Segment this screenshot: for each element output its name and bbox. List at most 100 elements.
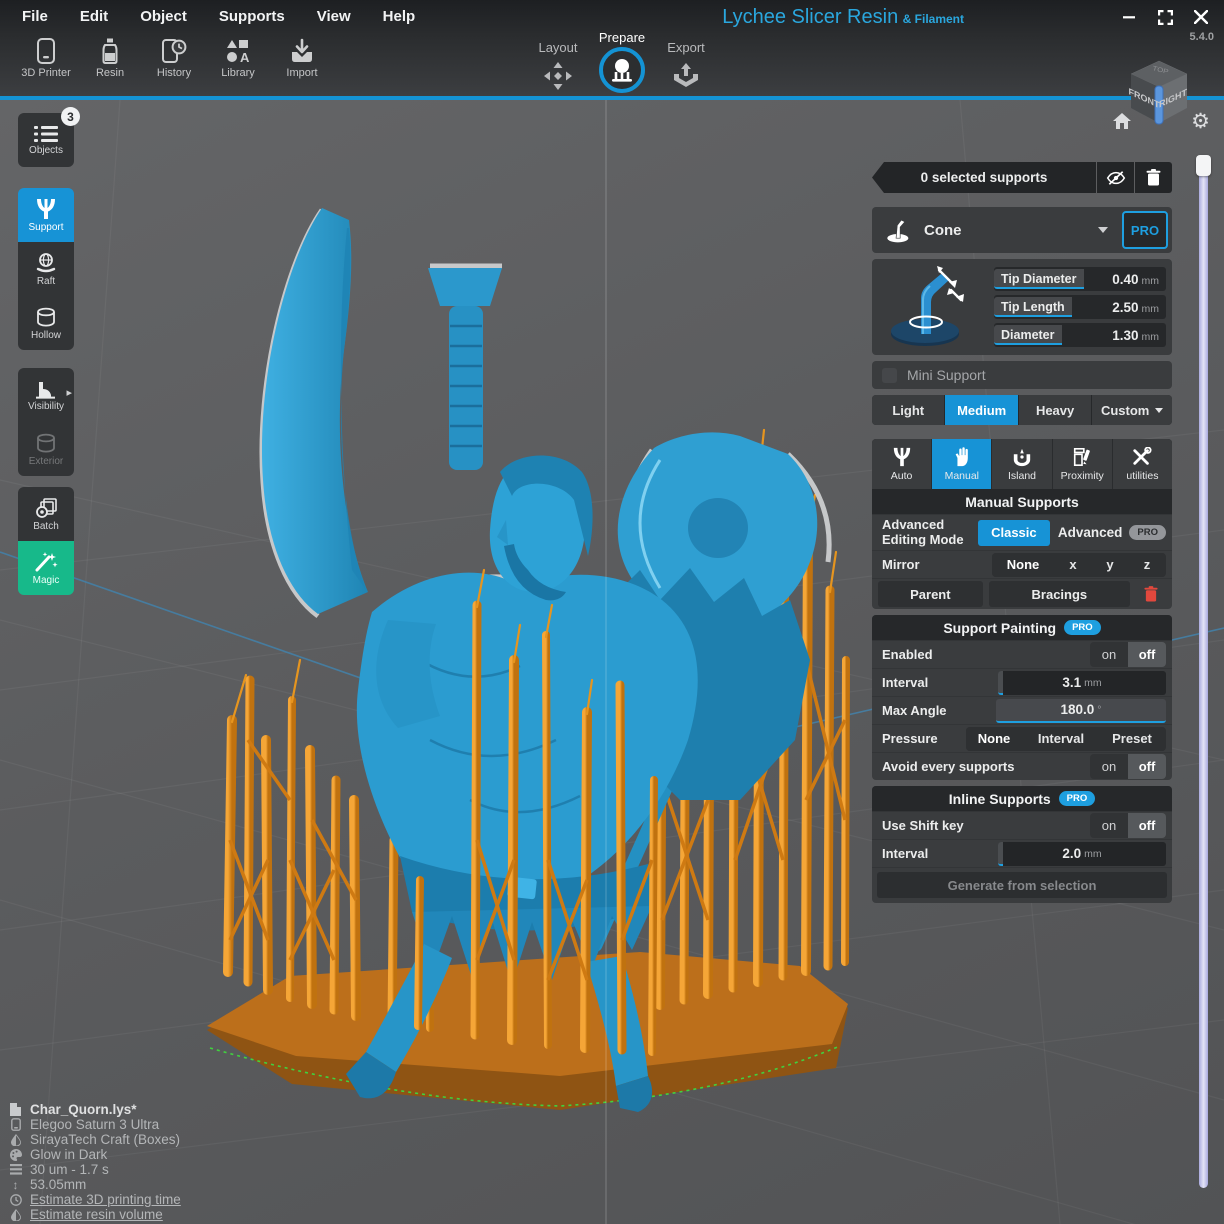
file-icon xyxy=(8,1103,23,1116)
toolbar-resin[interactable]: Resin xyxy=(78,38,142,79)
tab-utilities[interactable]: utilities xyxy=(1113,439,1172,489)
mirror-y[interactable]: y xyxy=(1092,553,1128,577)
tab-export[interactable]: Export xyxy=(654,30,718,91)
manual-supports-header: Manual Supports xyxy=(872,489,1172,514)
tab-island[interactable]: Island xyxy=(992,439,1051,489)
generate-row: Generate from selection xyxy=(872,867,1172,903)
mirror-label: Mirror xyxy=(882,557,992,572)
avoid-supports-row: Avoid every supports onoff xyxy=(872,752,1172,780)
drag-handle[interactable] xyxy=(998,671,1003,695)
z-clip-slider[interactable] xyxy=(1199,158,1208,1188)
max-angle-field[interactable]: 180.0° xyxy=(996,699,1166,723)
toolbar-3d-printer[interactable]: 3D Printer xyxy=(14,38,78,79)
delete-manual-button[interactable] xyxy=(1136,586,1166,602)
menu-edit[interactable]: Edit xyxy=(64,8,124,25)
menu-supports[interactable]: Supports xyxy=(203,8,301,25)
toolbar-import[interactable]: Import xyxy=(270,38,334,79)
tab-auto[interactable]: Auto xyxy=(872,439,931,489)
mini-support-row: Mini Support xyxy=(872,361,1172,389)
sidebar-item-exterior[interactable]: Exterior xyxy=(18,422,74,476)
pressure-interval[interactable]: Interval xyxy=(1023,727,1099,751)
tab-proximity[interactable]: Proximity xyxy=(1053,439,1112,489)
parent-button[interactable]: Parent xyxy=(878,581,983,607)
mirror-z[interactable]: z xyxy=(1129,553,1165,577)
batch-label: Batch xyxy=(33,521,59,532)
magic-label: Magic xyxy=(33,575,60,586)
tab-manual[interactable]: Manual xyxy=(932,439,991,489)
advanced-mode-button[interactable]: Advanced PRO xyxy=(1058,525,1166,540)
trash-red-icon xyxy=(1144,586,1158,602)
close-button[interactable] xyxy=(1190,8,1212,26)
printer-icon xyxy=(8,1118,23,1131)
toolbar-library[interactable]: A Library xyxy=(206,38,270,79)
menu-help[interactable]: Help xyxy=(367,8,432,25)
visibility-icon xyxy=(34,379,58,399)
minimize-button[interactable] xyxy=(1118,8,1140,26)
support-type-pro-button[interactable]: PRO xyxy=(1122,211,1168,249)
inline-interval-field[interactable]: 2.0mm xyxy=(998,842,1166,866)
printer-3d-icon xyxy=(35,38,57,64)
enabled-toggle[interactable]: onoff xyxy=(1090,642,1166,667)
z-clip-slider-handle[interactable] xyxy=(1196,155,1211,176)
support-painting-header: Support Painting PRO xyxy=(872,615,1172,640)
shift-key-toggle[interactable]: onoff xyxy=(1090,813,1166,838)
mirror-x[interactable]: x xyxy=(1055,553,1091,577)
painting-interval-field[interactable]: 3.1mm xyxy=(998,671,1166,695)
trash-icon xyxy=(1146,169,1161,186)
sidebar-item-visibility[interactable]: Visibility ▸ xyxy=(18,368,74,422)
mirror-none[interactable]: None xyxy=(992,553,1054,577)
drag-handle[interactable] xyxy=(998,842,1003,866)
sidebar-item-raft[interactable]: Raft xyxy=(18,242,74,296)
sidebar-item-hollow[interactable]: Hollow xyxy=(18,296,74,350)
support-type-label: Cone xyxy=(924,222,1098,239)
density-heavy[interactable]: Heavy xyxy=(1019,395,1091,425)
tab-prepare[interactable]: Prepare xyxy=(590,30,654,93)
menu-view[interactable]: View xyxy=(301,8,367,25)
menu-object[interactable]: Object xyxy=(124,8,203,25)
menu-file[interactable]: File xyxy=(6,8,64,25)
density-medium[interactable]: Medium xyxy=(945,395,1017,425)
classic-mode-button[interactable]: Classic xyxy=(978,520,1050,546)
manual-hand-icon xyxy=(951,447,973,467)
sidebar-item-magic[interactable]: Magic xyxy=(18,541,74,595)
inline-supports-card: Inline Supports PRO Use Shift key onoff … xyxy=(872,786,1172,903)
layout-move-icon xyxy=(543,61,573,91)
estimate-time-link[interactable]: Estimate 3D printing time xyxy=(8,1192,181,1207)
generate-from-selection-button[interactable]: Generate from selection xyxy=(877,872,1167,898)
mode-tabs: Layout Prepare Exp xyxy=(526,30,718,93)
toolbar-history[interactable]: History xyxy=(142,38,206,79)
mini-support-label: Mini Support xyxy=(907,367,986,383)
density-light[interactable]: Light xyxy=(872,395,944,425)
manual-supports-card: Auto Manual Island xyxy=(872,439,1172,609)
diameter-field[interactable]: Diameter 1.30mm xyxy=(994,323,1166,347)
view-cube[interactable]: TOP FRONT RIGHT xyxy=(1120,55,1198,134)
prepare-circle xyxy=(599,47,645,93)
tip-length-field[interactable]: Tip Length 2.50mm xyxy=(994,295,1166,319)
mini-support-checkbox[interactable] xyxy=(882,368,897,383)
sidebar-item-batch[interactable]: Batch xyxy=(18,487,74,541)
pressure-none[interactable]: None xyxy=(966,727,1022,751)
chevron-down-icon[interactable] xyxy=(1098,227,1108,233)
bracings-button[interactable]: Bracings xyxy=(989,581,1130,607)
estimate-volume-link[interactable]: Estimate resin volume xyxy=(8,1207,181,1222)
sidebar-item-support[interactable]: Support xyxy=(18,188,74,242)
pressure-preset[interactable]: Preset xyxy=(1100,727,1164,751)
status-printer: Elegoo Saturn 3 Ultra xyxy=(8,1117,181,1132)
viewport-3d[interactable]: ⚙ Objects 3 Support xyxy=(0,100,1224,1224)
tab-layout[interactable]: Layout xyxy=(526,30,590,91)
density-custom[interactable]: Custom xyxy=(1092,395,1172,425)
window-controls xyxy=(1118,8,1212,26)
tip-diameter-field[interactable]: Tip Diameter 0.40mm xyxy=(994,267,1166,291)
cone-tip-icon xyxy=(884,216,914,244)
pro-badge: PRO xyxy=(1129,525,1166,540)
avoid-supports-toggle[interactable]: onoff xyxy=(1090,754,1166,779)
support-label: Support xyxy=(28,222,63,233)
tab-proximity-label: Proximity xyxy=(1061,470,1104,482)
sidebar-item-objects[interactable]: Objects 3 xyxy=(18,113,74,167)
hide-supports-button[interactable] xyxy=(1097,162,1134,193)
resin-drop-icon xyxy=(8,1209,23,1221)
delete-supports-button[interactable] xyxy=(1135,162,1172,193)
maximize-icon xyxy=(1158,10,1173,25)
maximize-button[interactable] xyxy=(1154,8,1176,26)
inline-supports-header: Inline Supports PRO xyxy=(872,786,1172,811)
